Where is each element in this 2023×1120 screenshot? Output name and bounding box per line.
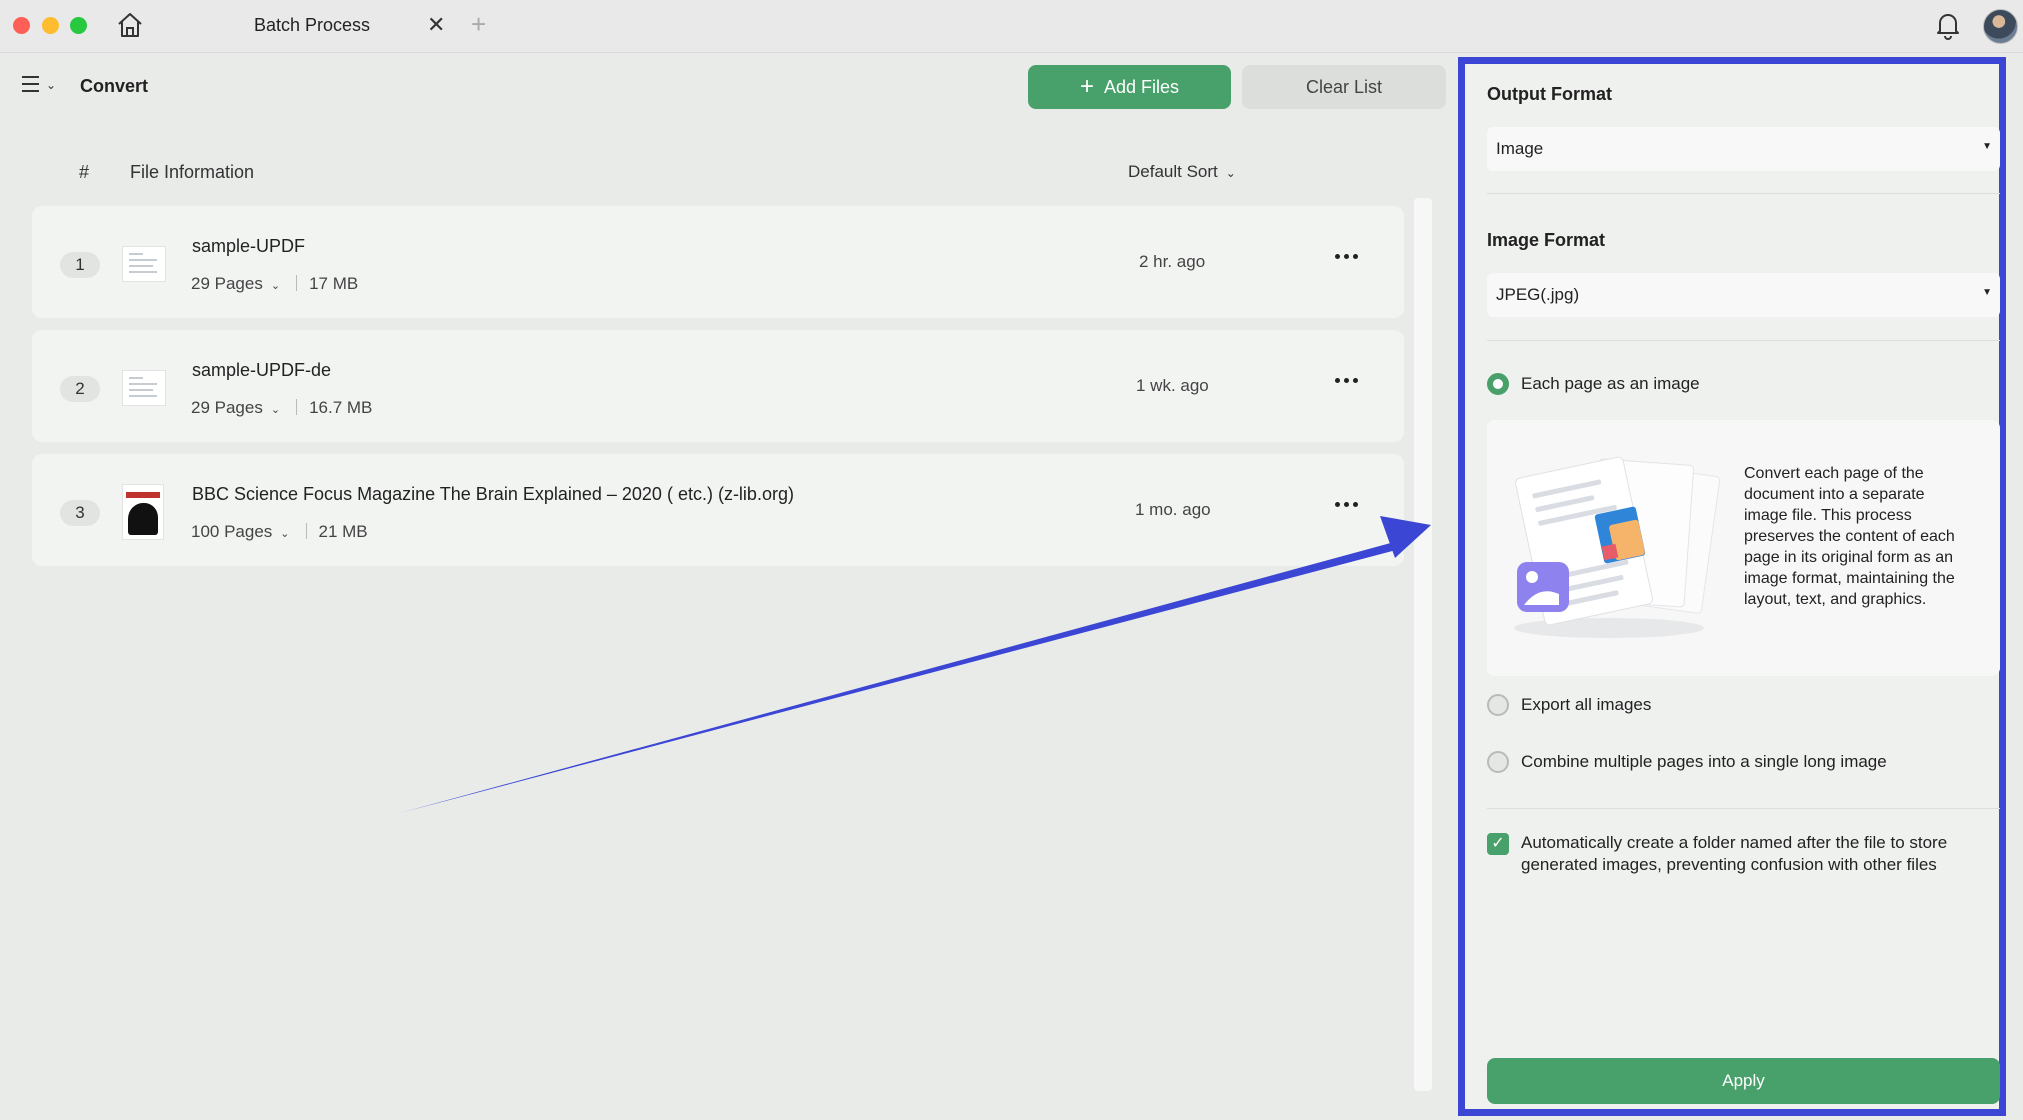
file-thumbnail [122, 370, 166, 406]
file-size: 21 MB [318, 522, 368, 541]
page-count[interactable]: 29 Pages [191, 398, 263, 417]
option-label: Export all images [1521, 695, 1652, 714]
file-row[interactable]: 3 BBC Science Focus Magazine The Brain E… [32, 454, 1404, 566]
dropdown-arrow-icon: ▼ [1982, 141, 1992, 152]
file-time: 1 wk. ago [1136, 376, 1209, 395]
output-format-heading: Output Format [1487, 84, 1612, 104]
dropdown-arrow-icon: ▼ [1982, 287, 1992, 298]
option-each-page-as-image[interactable]: Each page as an image [1487, 373, 1700, 395]
file-time: 2 hr. ago [1139, 252, 1206, 271]
page-count[interactable]: 100 Pages [191, 522, 272, 541]
home-icon[interactable] [115, 10, 145, 40]
chevron-down-icon[interactable]: ⌄ [280, 528, 289, 540]
file-meta: 100 Pages ⌄ 21 MB [191, 522, 368, 542]
chevron-down-icon: ⌄ [1225, 166, 1236, 180]
image-format-select[interactable]: JPEG(.jpg) ▼ [1487, 273, 2000, 317]
file-time: 1 mo. ago [1135, 500, 1211, 519]
file-name: sample-UPDF [192, 236, 306, 256]
row-index: 3 [60, 500, 100, 526]
zoom-window-button[interactable] [70, 17, 87, 34]
file-name: sample-UPDF-de [192, 360, 332, 380]
page-title: Convert [80, 76, 149, 96]
bell-icon[interactable] [1934, 10, 1962, 40]
file-size: 16.7 MB [309, 398, 373, 417]
file-name: BBC Science Focus Magazine The Brain Exp… [192, 484, 794, 504]
tab-close-icon[interactable]: ✕ [427, 12, 445, 38]
settings-panel: Output Format Image ▼ Image Format JPEG(… [1458, 57, 2006, 1116]
row-index: 2 [60, 376, 100, 402]
file-row[interactable]: 2 sample-UPDF-de 29 Pages ⌄ 16.7 MB 1 wk. … [32, 330, 1404, 442]
auto-folder-option[interactable]: ✓ Automatically create a folder named af… [1487, 832, 2001, 876]
output-format-select[interactable]: Image ▼ [1487, 127, 2000, 171]
option-export-all-images[interactable]: Export all images [1487, 694, 1651, 716]
chevron-down-icon: ⌄ [46, 78, 57, 92]
file-thumbnail [122, 246, 166, 282]
file-thumbnail [122, 484, 164, 540]
page-to-image-illustration [1514, 456, 1721, 638]
row-index: 1 [60, 252, 100, 278]
output-format-value: Image [1496, 139, 1544, 158]
page-count[interactable]: 29 Pages [191, 274, 263, 293]
avatar[interactable] [1983, 9, 2018, 44]
more-icon[interactable] [1335, 370, 1365, 390]
more-icon[interactable] [1335, 246, 1365, 266]
plus-icon: + [1079, 73, 1094, 100]
column-file-information-header: File Information [130, 162, 255, 182]
clear-list-button[interactable]: Clear List [1242, 65, 1446, 109]
minimize-window-button[interactable] [42, 17, 59, 34]
close-window-button[interactable] [13, 17, 30, 34]
menu-icon[interactable]: ⌄ [22, 76, 60, 98]
option-description: Convert each page of the document into a… [1744, 465, 1955, 608]
chevron-down-icon[interactable]: ⌄ [271, 404, 280, 416]
more-icon[interactable] [1335, 494, 1365, 514]
auto-folder-label: Automatically create a folder named afte… [1521, 833, 1948, 874]
option-label: Combine multiple pages into a single lon… [1521, 752, 1887, 771]
chevron-down-icon[interactable]: ⌄ [271, 280, 280, 292]
title-bar: Batch Process ✕ + [0, 0, 2023, 53]
divider [1487, 193, 2000, 194]
divider [1487, 808, 2000, 809]
file-meta: 29 Pages ⌄ 16.7 MB [191, 398, 372, 418]
image-format-value: JPEG(.jpg) [1496, 285, 1580, 304]
radio-unselected[interactable] [1487, 694, 1509, 716]
column-index-header: # [79, 162, 90, 182]
add-files-label: Add Files [1103, 76, 1180, 97]
option-label: Each page as an image [1521, 374, 1700, 393]
new-tab-icon[interactable]: + [471, 9, 486, 40]
image-format-heading: Image Format [1487, 230, 1606, 250]
radio-selected[interactable] [1487, 373, 1509, 395]
checkmark-icon[interactable]: ✓ [1487, 833, 1509, 855]
apply-button[interactable]: Apply [1487, 1058, 2000, 1104]
file-size: 17 MB [309, 274, 359, 293]
tab-batch-process[interactable]: Batch Process [254, 15, 370, 36]
divider [1487, 340, 2000, 341]
file-row[interactable]: 1 sample-UPDF 29 Pages ⌄ 17 MB 2 hr. ago [32, 206, 1404, 318]
file-meta: 29 Pages ⌄ 17 MB [191, 274, 358, 294]
radio-unselected[interactable] [1487, 751, 1509, 773]
option-description-card: Convert each page of the document into a… [1487, 420, 2000, 676]
sort-dropdown[interactable]: Default Sort ⌄ [1128, 162, 1236, 182]
option-combine-pages[interactable]: Combine multiple pages into a single lon… [1487, 751, 1887, 773]
sort-label: Default Sort [1128, 162, 1218, 181]
list-scrollbar[interactable] [1414, 198, 1432, 1091]
add-files-button[interactable]: + Add Files [1028, 65, 1231, 109]
